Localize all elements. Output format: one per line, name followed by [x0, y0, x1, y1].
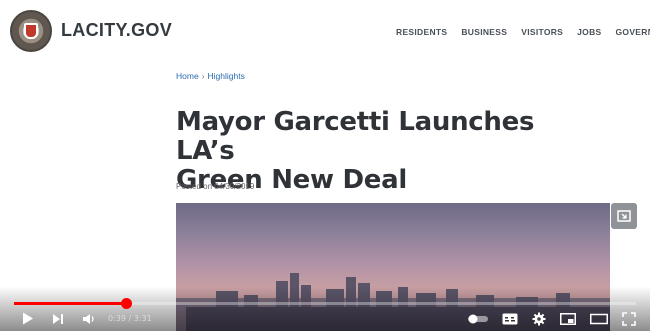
share-icon[interactable]	[611, 203, 637, 229]
play-icon[interactable]	[22, 312, 34, 325]
city-seal-icon[interactable]	[10, 10, 52, 52]
player-controls-right	[468, 312, 636, 326]
settings-icon[interactable]	[532, 312, 546, 326]
nav-item-government[interactable]: GOVERNM	[616, 27, 650, 37]
main-nav: RESIDENTS BUSINESS VISITORS JOBS GOVERNM	[396, 27, 650, 37]
nav-item-residents[interactable]: RESIDENTS	[396, 27, 447, 37]
theater-icon[interactable]	[590, 313, 608, 325]
autoplay-toggle-icon[interactable]	[468, 314, 488, 324]
video-frame: LACITY.GOV RESIDENTS BUSINESS VISITORS J…	[0, 0, 650, 331]
breadcrumb: Home › Highlights	[176, 71, 245, 81]
nav-item-visitors[interactable]: VISITORS	[521, 27, 563, 37]
progress-fill	[14, 302, 126, 305]
site-name[interactable]: LACITY.GOV	[61, 20, 172, 41]
progress-bar[interactable]	[14, 298, 636, 309]
progress-scrubber[interactable]	[120, 298, 132, 309]
player-controls-left: 0:39 / 3:31	[22, 312, 152, 325]
breadcrumb-current[interactable]: Highlights	[208, 71, 245, 81]
captions-icon[interactable]	[502, 313, 518, 325]
site-header: LACITY.GOV RESIDENTS BUSINESS VISITORS J…	[0, 0, 650, 62]
volume-icon[interactable]	[82, 313, 96, 325]
breadcrumb-home[interactable]: Home	[176, 71, 199, 81]
posted-date: Posted on 04/30/2019	[176, 182, 255, 191]
breadcrumb-separator: ›	[201, 71, 205, 81]
article-title-line1: Mayor Garcetti Launches LA’s	[176, 107, 535, 166]
miniplayer-icon[interactable]	[560, 313, 576, 325]
nav-item-jobs[interactable]: JOBS	[577, 27, 601, 37]
time-display: 0:39 / 3:31	[108, 314, 152, 323]
next-icon[interactable]	[52, 313, 64, 325]
nav-item-business[interactable]: BUSINESS	[461, 27, 507, 37]
fullscreen-icon[interactable]	[622, 312, 636, 326]
